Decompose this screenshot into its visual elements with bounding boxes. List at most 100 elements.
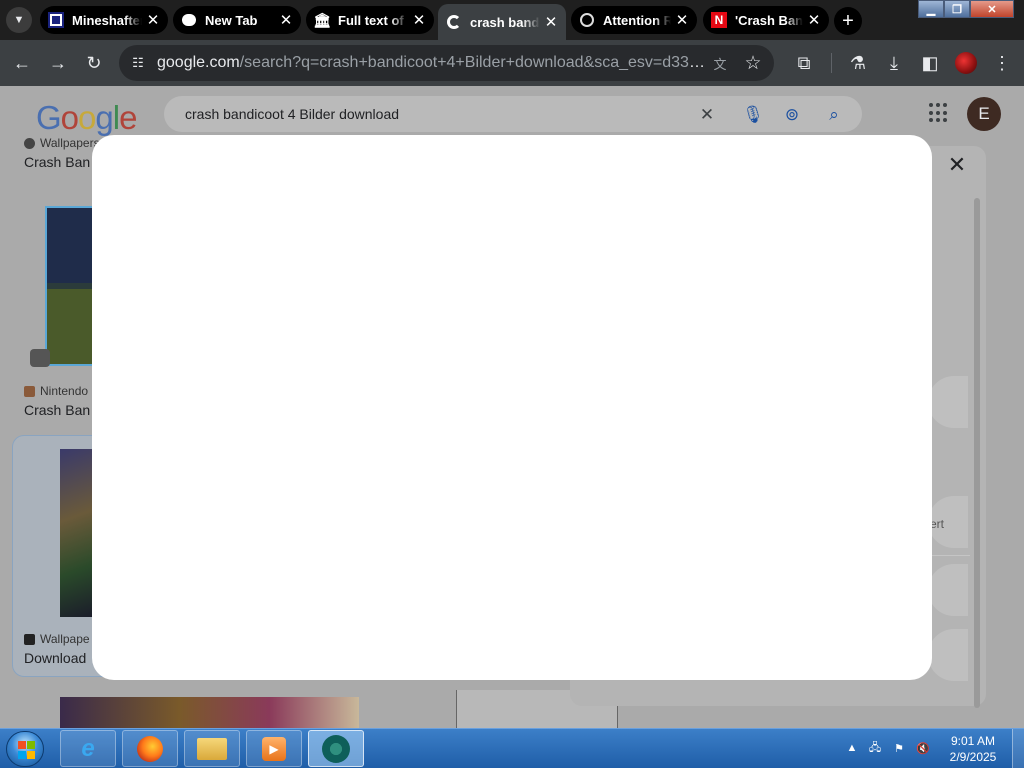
search-icon[interactable]: ⌕	[823, 104, 845, 126]
toolbar-divider	[831, 53, 832, 73]
tab-title: Full text of	[338, 12, 404, 28]
kebab-menu-icon: ⋮	[993, 52, 1011, 73]
media-player-icon: ▶	[262, 736, 286, 761]
close-icon[interactable]: ✕	[540, 13, 562, 31]
menu-button[interactable]: ⋮	[990, 51, 1014, 75]
taskbar-file-explorer[interactable]	[184, 730, 240, 767]
tab-crash-bandicoot-netflix[interactable]: N 'Crash Ban ✕	[703, 6, 829, 34]
close-icon: ✕	[947, 152, 967, 177]
folder-icon	[197, 737, 227, 760]
clock-time: 9:01 AM	[950, 734, 996, 748]
url-domain: google.com	[157, 54, 240, 71]
reload-icon: ↻	[86, 52, 102, 73]
google-logo[interactable]: Google	[36, 99, 137, 137]
lens-camera-icon[interactable]: ⊚	[781, 104, 803, 126]
puzzle-icon: ⧉	[797, 52, 811, 73]
action-center-flag-icon[interactable]: ⚑	[892, 741, 906, 755]
chat-bubble-icon	[181, 12, 197, 28]
downloads-button[interactable]: ⤓	[882, 51, 906, 75]
mineshafter-favicon-icon	[48, 12, 64, 28]
panel-close-button[interactable]: ✕	[946, 152, 968, 177]
close-icon: ✕	[987, 3, 997, 16]
search-box[interactable]: crash bandicoot 4 Bilder download ✕ 🎙 ⊚ …	[164, 96, 862, 132]
clock-date: 2/9/2025	[949, 750, 997, 764]
tab-strip: ▼ Mineshafter ✕ New Tab ✕ 🏛 Full text of…	[0, 0, 1024, 40]
network-icon[interactable]: 🖧	[868, 741, 882, 755]
arrow-right-icon: →	[49, 52, 67, 73]
panel-divider	[930, 555, 970, 556]
show-hidden-icons[interactable]: ▲	[845, 741, 859, 755]
tab-crash-bandicoot-search[interactable]: crash band ✕	[438, 4, 566, 40]
tab-title: Attention R	[603, 12, 671, 28]
close-icon[interactable]: ✕	[408, 11, 430, 29]
tab-new-tab[interactable]: New Tab ✕	[173, 6, 301, 34]
windows-taskbar: e ▶ ▲ 🖧 ⚑ 🔇 9:01 AM 2/9/2025	[0, 728, 1024, 768]
result-image[interactable]	[60, 697, 359, 728]
volume-muted-icon[interactable]: 🔇	[916, 741, 930, 755]
close-icon[interactable]: ✕	[142, 11, 164, 29]
netflix-n-icon: N	[711, 12, 727, 28]
archive-icon: 🏛	[313, 11, 331, 28]
bookmark-star-icon[interactable]: ☆	[741, 51, 765, 75]
url-path: /search?q=crash+bandicoot+4+Bilder+downl…	[239, 54, 707, 71]
result-source: Nintendo	[24, 384, 88, 398]
globe-icon	[579, 12, 595, 28]
wallpaper-site-icon	[24, 137, 35, 149]
google-g-icon	[446, 14, 462, 30]
tag-icon	[30, 349, 50, 367]
site-info-icon[interactable]: ☷	[129, 54, 147, 72]
tab-full-text[interactable]: 🏛 Full text of ✕	[306, 6, 434, 34]
panel-scrollbar[interactable]	[974, 198, 980, 708]
result-title[interactable]: Crash Ban	[24, 154, 90, 170]
start-button[interactable]	[6, 731, 44, 767]
new-tab-button[interactable]: +	[834, 7, 862, 35]
restore-icon: ❐	[952, 3, 962, 16]
profile-avatar[interactable]	[955, 52, 977, 74]
tab-mineshafter[interactable]: Mineshafter ✕	[40, 6, 168, 34]
window-controls: ▁ ❐ ✕	[918, 0, 1014, 18]
window-close-button[interactable]: ✕	[970, 0, 1014, 18]
show-desktop-button[interactable]	[1012, 729, 1024, 768]
forward-button[interactable]: →	[46, 51, 70, 75]
back-button[interactable]: ←	[10, 51, 34, 75]
tab-title: Mineshafter	[72, 12, 142, 28]
tab-title: 'Crash Ban	[735, 12, 803, 28]
reload-button[interactable]: ↻	[82, 51, 106, 75]
taskbar-media-player[interactable]: ▶	[246, 730, 302, 767]
chrome-icon	[322, 734, 350, 763]
google-apps-icon[interactable]	[929, 103, 949, 123]
minimize-button[interactable]: ▁	[918, 0, 944, 18]
maximize-button[interactable]: ❐	[944, 0, 970, 18]
extensions-button[interactable]: ⧉	[792, 51, 816, 75]
close-icon[interactable]: ✕	[803, 11, 825, 29]
address-bar[interactable]: ☷ google.com/search?q=crash+bandicoot+4+…	[119, 45, 774, 81]
result-title[interactable]: Download	[24, 650, 86, 666]
side-panel-icon: ◧	[921, 52, 939, 73]
blank-modal-dialog	[92, 135, 932, 680]
side-panel-button[interactable]: ◧	[918, 51, 942, 75]
tab-attention[interactable]: Attention R ✕	[571, 6, 697, 34]
arrow-left-icon: ←	[13, 52, 31, 73]
flask-icon: ⚗	[849, 52, 867, 73]
address-url[interactable]: google.com/search?q=crash+bandicoot+4+Bi…	[157, 54, 707, 72]
tab-search-button[interactable]: ▼	[6, 7, 32, 33]
close-icon[interactable]: ✕	[275, 11, 297, 29]
wallpaper-site-icon	[24, 633, 35, 645]
translate-icon[interactable]: 文	[709, 53, 731, 73]
result-title[interactable]: Crash Ban	[24, 402, 90, 418]
result-source: Wallpape	[24, 632, 90, 646]
google-images-page: Google crash bandicoot 4 Bilder download…	[0, 86, 1024, 728]
tab-title: New Tab	[205, 12, 258, 28]
account-avatar[interactable]: E	[967, 97, 1001, 131]
clear-search-icon[interactable]: ✕	[696, 104, 718, 126]
minimize-icon: ▁	[926, 3, 936, 16]
taskbar-firefox[interactable]	[122, 730, 178, 767]
microphone-icon[interactable]: 🎙	[742, 104, 764, 126]
result-source: Wallpapers	[24, 136, 100, 150]
taskbar-internet-explorer[interactable]: e	[60, 730, 116, 767]
search-query[interactable]: crash bandicoot 4 Bilder download	[185, 106, 399, 122]
labs-button[interactable]: ⚗	[846, 51, 870, 75]
system-clock[interactable]: 9:01 AM 2/9/2025	[938, 733, 1008, 765]
taskbar-chrome[interactable]	[308, 730, 364, 767]
close-icon[interactable]: ✕	[671, 11, 693, 29]
